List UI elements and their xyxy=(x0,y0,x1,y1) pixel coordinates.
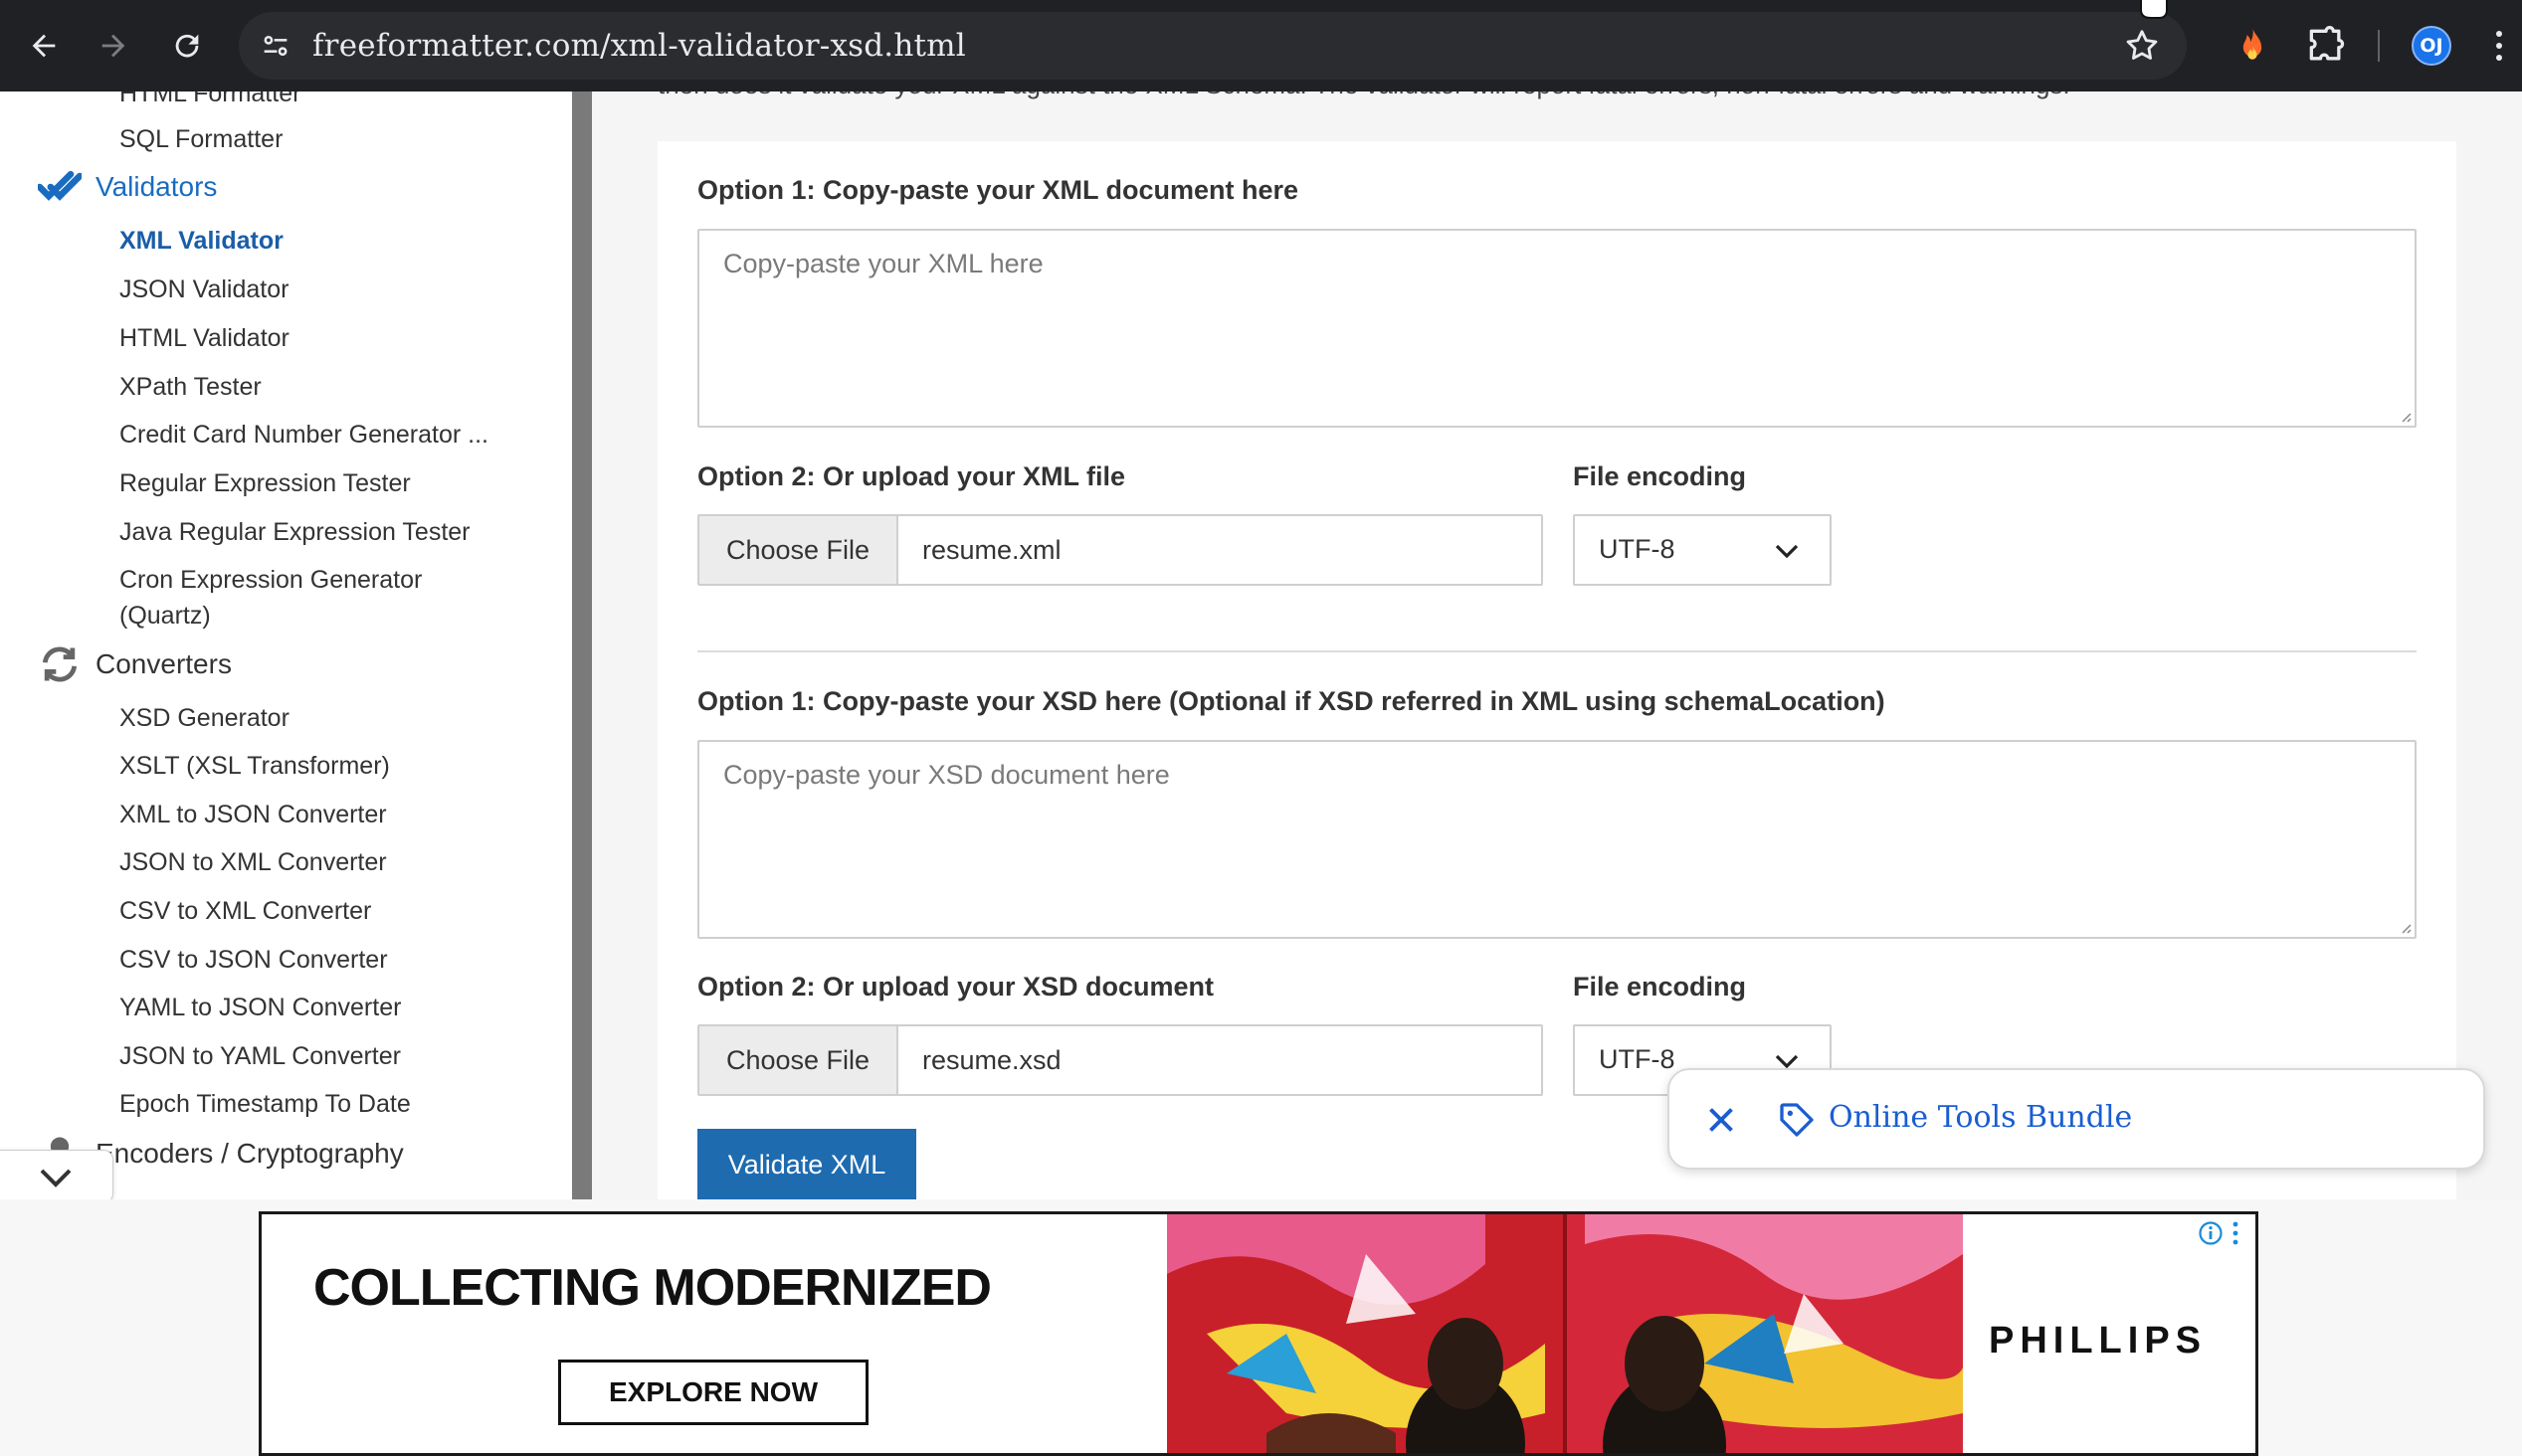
sidebar-item-xsd-generator[interactable]: XSD Generator xyxy=(119,700,290,736)
address-bar[interactable]: freeformatter.com/xml-validator-xsd.html xyxy=(239,12,2187,80)
main-content: then does it validate your XML against t… xyxy=(592,91,2522,1199)
xsd-textarea[interactable]: Copy-paste your XSD document here xyxy=(697,740,2417,939)
xml-encoding-value: UTF-8 xyxy=(1599,534,1675,564)
site-settings-icon[interactable] xyxy=(259,29,292,63)
sidebar-item-json-to-xml[interactable]: JSON to XML Converter xyxy=(119,844,387,880)
extensions-puzzle-icon[interactable] xyxy=(2304,24,2348,68)
intro-text: then does it validate your XML against t… xyxy=(658,91,2070,100)
sidebar-item-json-to-yaml[interactable]: JSON to YAML Converter xyxy=(119,1038,401,1074)
xml-encoding-select[interactable]: UTF-8 xyxy=(1573,514,1832,586)
xml-choose-file-button[interactable]: Choose File xyxy=(699,516,898,584)
xsd-choose-file-button[interactable]: Choose File xyxy=(699,1026,898,1094)
validator-form: Option 1: Copy-paste your XML document h… xyxy=(658,141,2456,1199)
xml-textarea-placeholder: Copy-paste your XML here xyxy=(723,249,1044,278)
sidebar-item-html-validator[interactable]: HTML Validator xyxy=(119,320,290,356)
refresh-arrows-icon xyxy=(42,646,78,682)
sidebar-item-java-regex-tester[interactable]: Java Regular Expression Tester xyxy=(119,514,471,550)
browser-toolbar: freeformatter.com/xml-validator-xsd.html… xyxy=(0,0,2522,91)
tag-icon xyxy=(1780,1103,1814,1137)
xml-file-input[interactable]: Choose File resume.xml xyxy=(697,514,1543,586)
sidebar-item-csv-to-xml[interactable]: CSV to XML Converter xyxy=(119,893,371,929)
reload-icon[interactable] xyxy=(163,22,211,70)
sidebar-item-regex-tester[interactable]: Regular Expression Tester xyxy=(119,465,411,501)
url-text[interactable]: freeformatter.com/xml-validator-xsd.html xyxy=(312,28,966,64)
sidebar-nav: HTML Formatter SQL Formatter Validators … xyxy=(0,91,572,1199)
sidebar-heading-converters[interactable]: Converters xyxy=(96,648,232,680)
xml-file-name: resume.xml xyxy=(922,534,1062,565)
ad-area: COLLECTING MODERNIZED EXPLORE NOW PHILLI… xyxy=(0,1199,2522,1456)
sidebar-heading-validators[interactable]: Validators xyxy=(96,171,217,203)
ad-headline: COLLECTING MODERNIZED xyxy=(313,1259,992,1317)
ad-info-icon[interactable] xyxy=(2198,1220,2224,1246)
xml-textarea[interactable]: Copy-paste your XML here xyxy=(697,229,2417,428)
sidebar-item-xml-to-json[interactable]: XML to JSON Converter xyxy=(119,797,387,832)
toolbar-divider xyxy=(2378,30,2380,62)
xsd-encoding-label: File encoding xyxy=(1573,972,1747,1001)
xsd-encoding-value: UTF-8 xyxy=(1599,1044,1675,1074)
sidebar-item-credit-card-generator[interactable]: Credit Card Number Generator ... xyxy=(119,417,488,453)
xsd-file-input[interactable]: Choose File resume.xsd xyxy=(697,1024,1543,1096)
mouse-cursor-icon xyxy=(2140,0,2168,19)
ad-artwork-image xyxy=(1167,1214,1963,1453)
resize-grip-icon[interactable] xyxy=(2397,919,2413,935)
double-check-icon xyxy=(38,170,82,201)
sidebar-item-cron-generator-line2[interactable]: (Quartz) xyxy=(119,598,211,634)
sidebar-expand-button[interactable] xyxy=(0,1150,113,1203)
ad-brand-logo: PHILLIPS xyxy=(1989,1320,2208,1362)
sidebar-item-xpath-tester[interactable]: XPath Tester xyxy=(119,369,262,405)
ad-explore-button[interactable]: EXPLORE NOW xyxy=(558,1360,869,1425)
sidebar-heading-encoders[interactable]: Encoders / Cryptography xyxy=(96,1138,404,1170)
ad-options-icon[interactable] xyxy=(2230,1220,2241,1246)
flame-extension-icon[interactable] xyxy=(2231,24,2274,68)
online-tools-bundle-link[interactable]: Online Tools Bundle xyxy=(1829,1100,2132,1135)
xsd-paste-label: Option 1: Copy-paste your XSD here (Opti… xyxy=(697,686,1885,716)
sidebar-item-csv-to-json[interactable]: CSV to JSON Converter xyxy=(119,942,388,978)
resize-grip-icon[interactable] xyxy=(2397,408,2413,424)
xsd-file-name: resume.xsd xyxy=(922,1044,1062,1075)
section-divider xyxy=(697,650,2417,652)
profile-avatar[interactable]: OJ xyxy=(2412,26,2451,66)
ad-banner[interactable]: COLLECTING MODERNIZED EXPLORE NOW PHILLI… xyxy=(259,1211,2258,1456)
sidebar-item-sql-formatter[interactable]: SQL Formatter xyxy=(119,121,283,157)
chevron-down-icon xyxy=(40,1169,72,1187)
validate-xml-button[interactable]: Validate XML xyxy=(697,1129,916,1199)
chevron-down-icon xyxy=(1775,544,1799,559)
sidebar-scrollbar[interactable] xyxy=(572,91,592,1199)
xml-paste-label: Option 1: Copy-paste your XML document h… xyxy=(697,175,1299,205)
sidebar-item-yaml-to-json[interactable]: YAML to JSON Converter xyxy=(119,990,401,1025)
online-tools-bundle-popup[interactable]: Online Tools Bundle xyxy=(1667,1068,2485,1170)
xsd-upload-label: Option 2: Or upload your XSD document xyxy=(697,972,1215,1001)
sidebar-item-cron-generator[interactable]: Cron Expression Generator xyxy=(119,562,422,598)
sidebar-item-epoch-timestamp[interactable]: Epoch Timestamp To Date xyxy=(119,1086,411,1122)
browser-menu-icon[interactable] xyxy=(2487,26,2511,66)
back-icon[interactable] xyxy=(20,22,68,70)
forward-icon[interactable] xyxy=(90,22,137,70)
sidebar-item-xslt[interactable]: XSLT (XSL Transformer) xyxy=(119,748,390,784)
sidebar-item-xml-validator[interactable]: XML Validator xyxy=(119,223,284,259)
sidebar-item-html-formatter[interactable]: HTML Formatter xyxy=(119,91,300,111)
bookmark-star-icon[interactable] xyxy=(2123,27,2161,65)
xml-encoding-label: File encoding xyxy=(1573,461,1747,491)
close-icon[interactable] xyxy=(1703,1102,1739,1138)
sidebar-item-json-validator[interactable]: JSON Validator xyxy=(119,272,289,307)
xml-upload-label: Option 2: Or upload your XML file xyxy=(697,461,1126,491)
xsd-textarea-placeholder: Copy-paste your XSD document here xyxy=(723,760,1170,790)
